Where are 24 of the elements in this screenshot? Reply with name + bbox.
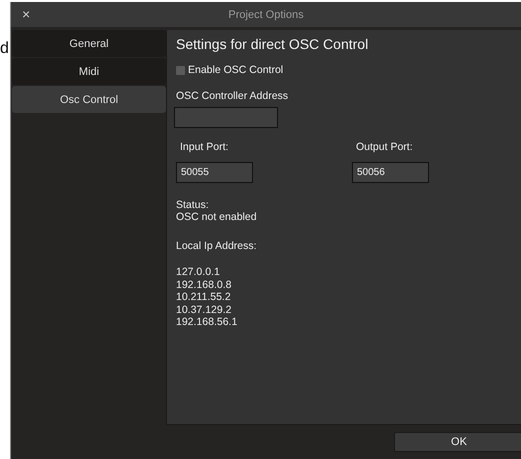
output-port-field[interactable]: 50056 [352,162,429,182]
window-title: Project Options [228,8,304,20]
ip-label: Local Ip Address: [176,240,257,252]
background-text: d [0,41,9,57]
field-label: Output Port: [356,141,413,154]
input-port-field[interactable]: 50055 [176,162,253,182]
ip-address: 10.37.129.2 [176,304,232,316]
sidebar-tab[interactable]: General [12,30,166,57]
status-text: OSC not enabled [176,211,257,224]
status-label: Status: [176,198,209,211]
ip-address: 10.211.55.2 [176,291,232,304]
close-button[interactable]: × [19,6,34,22]
field-label: OSC Controller Address [176,90,288,102]
sidebar-tab[interactable]: Osc Control [12,86,166,113]
checkbox-label: Enable OSC Control [188,64,284,76]
ip-address: 127.0.0.1 [176,266,221,278]
ip-address: 192.168.56.1 [176,316,238,328]
ok-button[interactable]: OK [394,432,521,452]
ip-address: 192.168.0.8 [176,278,232,291]
sidebar-tab[interactable]: Midi [12,58,166,85]
field-label: Input Port: [180,141,228,154]
address-field[interactable] [174,107,278,128]
checkbox[interactable] [176,66,185,75]
panel-heading: Settings for direct OSC Control [176,36,368,52]
